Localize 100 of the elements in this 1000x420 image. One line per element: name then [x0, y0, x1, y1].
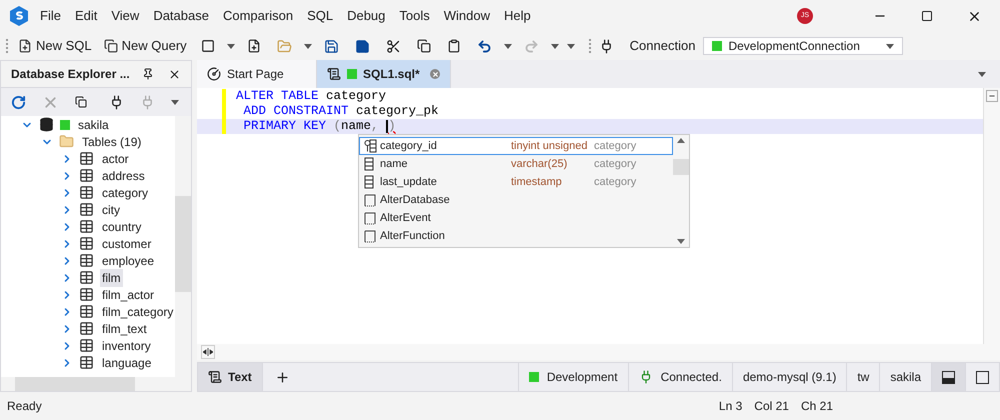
tree-item[interactable]: customer	[100, 234, 154, 252]
menu-item[interactable]: File	[40, 6, 61, 26]
status-item: Development	[546, 369, 618, 386]
table-icon	[79, 270, 94, 285]
close-icon[interactable]	[168, 68, 181, 80]
dropdown-caret[interactable]	[978, 72, 986, 76]
copy-icon[interactable]	[416, 39, 431, 53]
connection-label: Connection	[630, 37, 696, 56]
tree-item[interactable]: category	[100, 184, 150, 202]
dropdown-caret[interactable]	[171, 100, 179, 104]
status-item: demo-mysql (9.1)	[742, 369, 836, 386]
snippet-icon	[364, 194, 376, 206]
menu-item[interactable]: Debug	[347, 6, 386, 26]
maximize-icon[interactable]	[921, 10, 933, 22]
grip-icon	[588, 39, 591, 53]
save-icon[interactable]	[324, 38, 339, 54]
cursor-position: Ln 3	[718, 398, 742, 415]
menu-item[interactable]: Tools	[399, 6, 430, 26]
table-icon	[79, 219, 94, 234]
tree-item[interactable]: sakila	[76, 116, 111, 134]
text-caret	[386, 120, 388, 133]
completion-item[interactable]: AlterEvent	[359, 209, 673, 227]
undo-icon[interactable]	[476, 38, 492, 54]
menu-item[interactable]: View	[111, 6, 140, 26]
status-item: sakila	[890, 369, 921, 386]
completion-item[interactable]: category_id tinyint unsigned category	[359, 137, 673, 155]
scroll-up-icon[interactable]	[677, 138, 685, 143]
tree-item[interactable]: Tables (19)	[80, 132, 144, 150]
completion-item[interactable]: AlterDatabase	[359, 191, 673, 209]
snippet-icon	[364, 230, 376, 242]
paste-icon[interactable]	[446, 39, 461, 53]
table-icon	[79, 355, 94, 370]
script-icon	[208, 370, 222, 384]
menu-item[interactable]: Window	[444, 6, 490, 26]
completion-item[interactable]: last_update timestamp category	[359, 173, 673, 191]
table-icon	[79, 287, 94, 302]
refresh-icon[interactable]	[11, 94, 26, 110]
scroll-thumb[interactable]	[673, 159, 689, 175]
cursor-position: Col 21	[754, 398, 789, 415]
menu-item[interactable]: Comparison	[222, 6, 294, 26]
scrollbar[interactable]	[1, 377, 191, 391]
new-file-icon[interactable]	[246, 39, 261, 53]
new-file-icon	[18, 39, 32, 53]
splitter-icon[interactable]	[986, 90, 998, 102]
code-line: PRIMARY KEY (name, )	[242, 118, 396, 136]
add-icon[interactable]	[274, 370, 290, 384]
tree-item[interactable]: film_category	[100, 302, 175, 320]
dropdown-caret[interactable]	[504, 44, 512, 48]
view-tab[interactable]: Text	[198, 363, 263, 391]
pin-icon[interactable]	[142, 68, 154, 80]
editor-tab[interactable]: Start Page	[197, 60, 317, 88]
table-icon	[79, 236, 94, 251]
new-document-icon[interactable]	[200, 39, 215, 53]
tree-item[interactable]: film_actor	[100, 286, 156, 304]
dropdown-caret[interactable]	[304, 44, 312, 48]
tree-item[interactable]: film_text	[100, 320, 149, 338]
status-message: Ready	[7, 398, 43, 415]
tree-item[interactable]: employee	[100, 252, 156, 270]
table-icon	[79, 321, 94, 336]
scroll-down-icon[interactable]	[677, 239, 685, 244]
tree-item[interactable]: address	[100, 166, 147, 184]
toolbar-button[interactable]: New Query	[102, 36, 189, 56]
table-icon	[79, 185, 94, 200]
menu-item[interactable]: SQL	[307, 6, 334, 26]
splitter-icon[interactable]	[201, 345, 215, 359]
status-item: tw	[857, 369, 870, 386]
completion-item[interactable]: AlterFunction	[359, 227, 673, 245]
copy-icon[interactable]	[75, 96, 87, 108]
connection-dropdown[interactable]: DevelopmentConnection	[703, 37, 904, 55]
split-view-icon	[942, 370, 955, 384]
cut-icon[interactable]	[386, 38, 401, 54]
save-all-icon[interactable]	[354, 38, 370, 54]
start-page-icon	[207, 67, 221, 81]
tree-item[interactable]: inventory	[100, 336, 153, 354]
menu-item[interactable]: Edit	[74, 6, 98, 26]
table-icon	[79, 202, 94, 217]
table-icon	[79, 168, 94, 183]
scrollbar[interactable]	[197, 344, 1000, 360]
dropdown-caret[interactable]	[226, 44, 235, 48]
script-icon	[327, 67, 341, 81]
tree-item[interactable]: country	[100, 218, 144, 236]
dropdown-caret[interactable]	[886, 44, 894, 48]
scrollbar[interactable]	[175, 116, 191, 377]
layout-button[interactable]	[931, 363, 965, 391]
tree-item[interactable]: film	[100, 268, 123, 286]
tree-item[interactable]: actor	[100, 150, 131, 168]
tree-item[interactable]: city	[100, 200, 122, 218]
plug-icon[interactable]	[109, 94, 124, 110]
toolbar-button[interactable]: New SQL	[16, 36, 94, 56]
editor-tab[interactable]: SQL1.sql*	[317, 60, 451, 88]
completion-item[interactable]: name varchar(25) category	[359, 155, 673, 173]
snippet-icon	[364, 212, 376, 224]
key-column-icon	[364, 139, 378, 153]
table-icon	[79, 338, 94, 353]
single-view-icon	[976, 370, 989, 384]
tree-item[interactable]: language	[100, 354, 154, 372]
menu-item[interactable]: Help	[504, 6, 531, 26]
code-line: ALTER TABLE category	[236, 88, 386, 105]
menu-item[interactable]: Database	[153, 6, 209, 26]
code-line: ADD CONSTRAINT category_pk	[242, 103, 439, 120]
